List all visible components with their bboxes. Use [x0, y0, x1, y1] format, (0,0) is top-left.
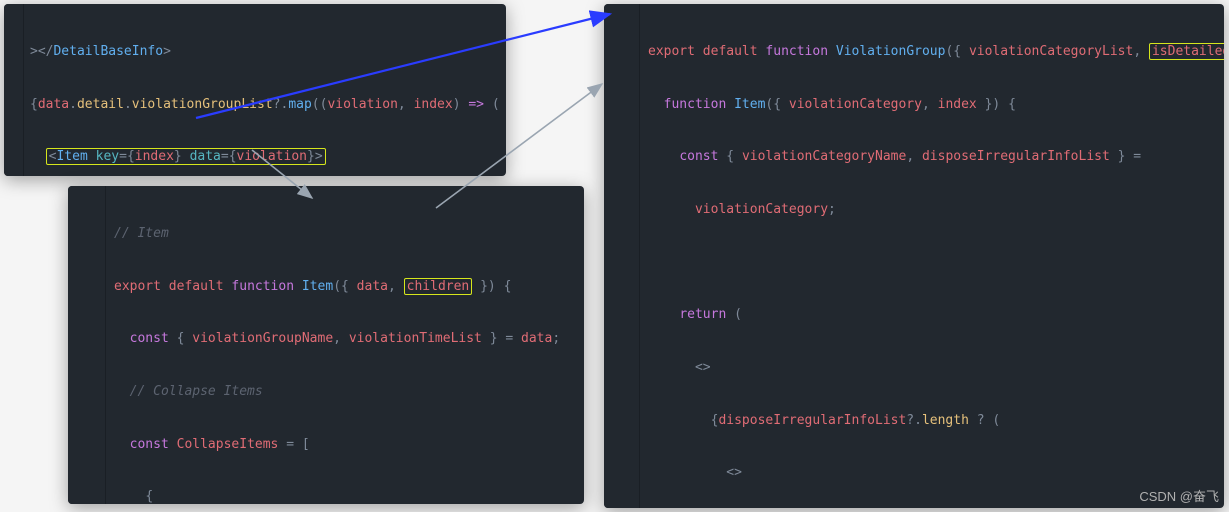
code-line: // Item [114, 225, 576, 243]
code-line: const { violationGroupName, violationTim… [114, 330, 576, 348]
code-line: { [114, 488, 576, 504]
code-line [648, 254, 1216, 272]
code-line: // Collapse Items [114, 383, 576, 401]
code-line: function Item({ violationCategory, index… [648, 96, 1216, 114]
code-line: const { violationCategoryName, disposeIr… [648, 148, 1216, 166]
code-line: export default function Item({ data, chi… [114, 278, 576, 296]
code-line: {disposeIrregularInfoList?.length ? ( [648, 412, 1216, 430]
code-line-highlighted: <Item key={index} data={violation}> [30, 148, 498, 166]
highlight-box: children [404, 278, 473, 295]
code-editor-panel-3[interactable]: export default function ViolationGroup({… [604, 4, 1224, 508]
code-line: {data.detail.violationGroupList?.map((vi… [30, 96, 498, 114]
code-editor-panel-1[interactable]: ></DetailBaseInfo> {data.detail.violatio… [4, 4, 506, 176]
code-editor-panel-2[interactable]: // Item export default function Item({ d… [68, 186, 584, 504]
code-line: violationCategory; [648, 201, 1216, 219]
highlight-box: <Item key={index} data={violation}> [46, 148, 326, 165]
code-line: return ( [648, 306, 1216, 324]
code-line: <> [648, 464, 1216, 482]
code-line: <> [648, 359, 1216, 377]
highlight-box: isDetailed [1149, 43, 1224, 60]
code-line: const CollapseItems = [ [114, 436, 576, 454]
code-line: export default function ViolationGroup({… [648, 43, 1216, 61]
watermark-text: CSDN @奋飞 [1139, 488, 1219, 506]
code-line: ></DetailBaseInfo> [30, 43, 498, 61]
